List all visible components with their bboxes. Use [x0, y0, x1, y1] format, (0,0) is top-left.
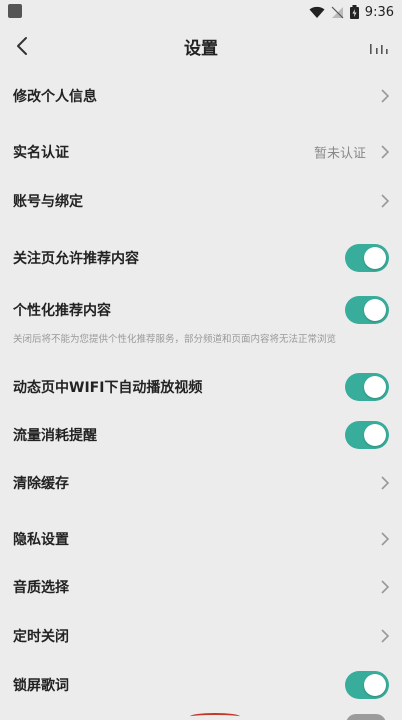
chevron-right-icon	[381, 629, 390, 643]
row-label: 隐私设置	[13, 532, 69, 548]
signal-off-icon	[331, 6, 344, 18]
status-time: 9:36	[364, 4, 394, 20]
row-label: 清除缓存	[13, 476, 69, 492]
toggle-knob	[364, 299, 386, 321]
row-data-reminder: 流量消耗提醒	[0, 411, 402, 459]
wifi-icon	[309, 6, 325, 18]
chevron-right-icon	[381, 145, 390, 159]
partial-toggle[interactable]	[346, 714, 386, 720]
row-label: 定时关闭	[13, 629, 69, 645]
equalizer-icon	[370, 44, 388, 54]
row-edit-profile[interactable]: 修改个人信息	[0, 72, 402, 120]
row-sleep-timer[interactable]: 定时关闭	[0, 612, 402, 660]
row-label: 关注页允许推荐内容	[13, 251, 139, 267]
row-label: 音质选择	[13, 580, 69, 596]
toggle-knob	[364, 247, 386, 269]
toggle-knob	[364, 424, 386, 446]
row-privacy[interactable]: 隐私设置	[0, 515, 402, 563]
row-label: 动态页中WIFI下自动播放视频	[13, 380, 203, 396]
toggle-knob	[364, 674, 386, 696]
chevron-right-icon	[381, 532, 390, 546]
row-lock-lyrics: 锁屏歌词	[0, 661, 402, 709]
status-bar: 9:36	[0, 0, 402, 24]
autoplay-wifi-toggle[interactable]	[345, 373, 389, 401]
row-audio-quality[interactable]: 音质选择	[0, 563, 402, 611]
row-clear-cache[interactable]: 清除缓存	[0, 459, 402, 507]
lock-lyrics-toggle[interactable]	[345, 671, 389, 699]
row-label: 锁屏歌词	[13, 678, 69, 694]
chevron-right-icon	[381, 580, 390, 594]
row-real-name[interactable]: 实名认证 暂未认证	[0, 128, 402, 176]
page-title: 设置	[184, 39, 218, 59]
row-label: 账号与绑定	[13, 194, 83, 210]
status-icons: 9:36	[309, 3, 394, 21]
row-label: 个性化推荐内容	[13, 303, 111, 319]
row-autoplay-wifi: 动态页中WIFI下自动播放视频	[0, 363, 402, 411]
chevron-right-icon	[381, 89, 390, 103]
personalized-hint: 关闭后将不能为您提供个性化推荐服务，部分频道和页面内容将无法正常浏览	[13, 334, 337, 345]
row-label: 修改个人信息	[13, 89, 97, 105]
nav-bar: 设置	[0, 24, 402, 70]
toggle-knob	[364, 376, 386, 398]
partial-decoration	[190, 713, 240, 720]
app-notification-icon	[8, 4, 22, 18]
verification-status: 暂未认证	[313, 146, 366, 162]
data-reminder-toggle[interactable]	[345, 421, 389, 449]
personalized-toggle[interactable]	[345, 296, 389, 324]
now-playing-button[interactable]	[368, 36, 390, 58]
chevron-right-icon	[381, 194, 390, 208]
follow-recommend-toggle[interactable]	[345, 244, 389, 272]
battery-charging-icon	[349, 5, 359, 19]
row-account-binding[interactable]: 账号与绑定	[0, 177, 402, 225]
chevron-right-icon	[381, 476, 390, 490]
row-label: 流量消耗提醒	[13, 428, 97, 444]
row-label: 实名认证	[13, 145, 69, 161]
row-personalized: 个性化推荐内容	[0, 286, 402, 334]
row-follow-recommend: 关注页允许推荐内容	[0, 234, 402, 282]
